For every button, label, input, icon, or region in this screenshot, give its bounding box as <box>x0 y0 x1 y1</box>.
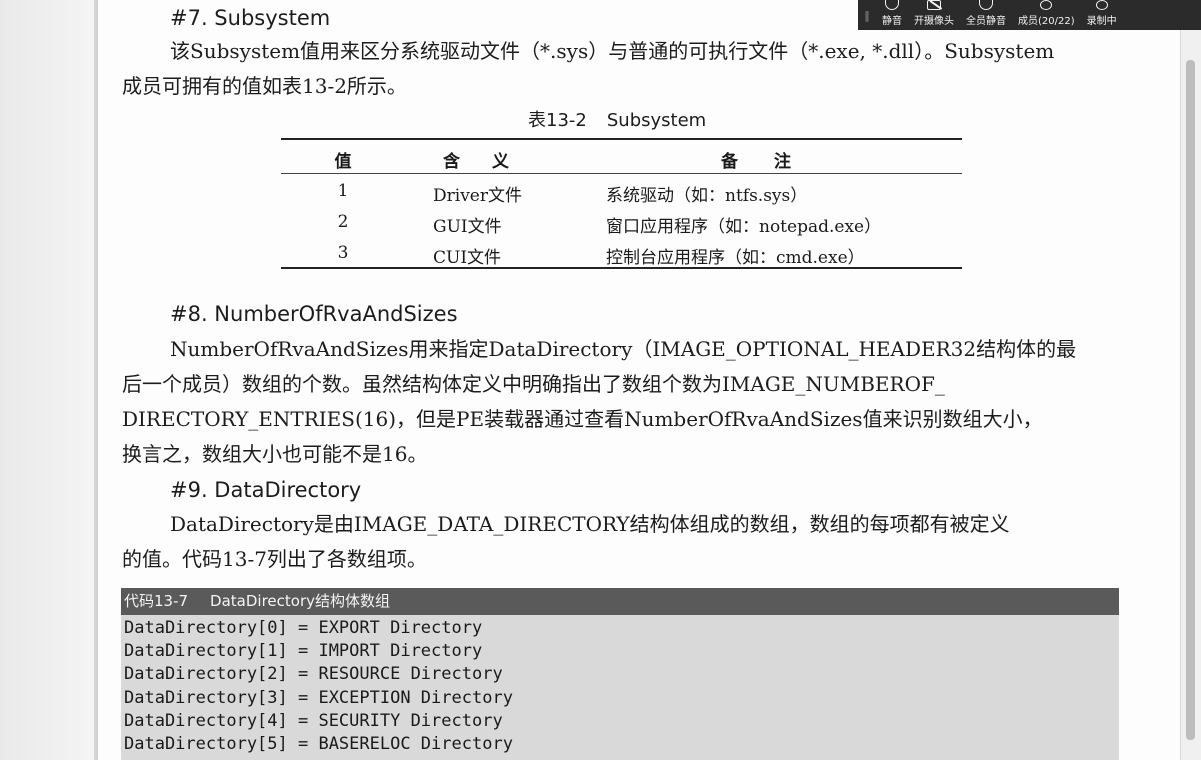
paragraph-line: DataDirectory是由IMAGE_DATA_DIRECTORY结构体组成… <box>170 512 1010 536</box>
mute-all-icon <box>979 0 993 10</box>
table-cell: 1 <box>337 181 349 201</box>
code-listing-title: 代码13-7 DataDirectory结构体数组 <box>121 588 1119 615</box>
mute-all-label: 全员静音 <box>966 16 1006 27</box>
table-cell: Driver文件 <box>433 186 522 206</box>
code-line: DataDirectory[0] = EXPORT Directory <box>124 618 483 638</box>
table-caption-text: Subsystem <box>606 110 707 131</box>
subsystem-table: 值 含义 备注 1 Driver文件 系统驱动（如：ntfs.sys） 2 GU… <box>281 138 962 269</box>
scrollbar-thumb[interactable] <box>1186 60 1195 740</box>
table-caption: 表13-2 Subsystem <box>528 106 706 132</box>
meeting-toolbar: ‖ 静音 开摄像头 全员静音 成员(20/22) 录制中 <box>858 0 1201 30</box>
paragraph-line: NumberOfRvaAndSizes用来指定DataDirectory（IMA… <box>170 337 1077 361</box>
code-line: DataDirectory[4] = SECURITY Directory <box>124 710 503 731</box>
paragraph-line: DIRECTORY_ENTRIES(16)，但是PE装载器通过查看NumberO… <box>122 407 1043 431</box>
microphone-icon <box>885 0 899 10</box>
mute-label: 静音 <box>882 16 902 27</box>
table-cell: CUI文件 <box>433 248 502 268</box>
code-body: DataDirectory[0] = EXPORT Directory Data… <box>121 615 1119 756</box>
drag-handle-icon[interactable]: ‖ <box>858 0 876 30</box>
code-title-number: 代码13-7 <box>124 592 189 610</box>
code-line: DataDirectory[3] = EXCEPTION Directory <box>124 687 513 708</box>
members-button[interactable]: 成员(20/22) <box>1012 0 1081 30</box>
table-cell: 3 <box>337 243 349 263</box>
table-row: 3 CUI文件 控制台应用程序（如：cmd.exe） <box>281 236 962 268</box>
members-label: 成员(20/22) <box>1018 16 1075 27</box>
code-listing: 代码13-7 DataDirectory结构体数组 DataDirectory[0… <box>121 588 1119 760</box>
table-cell: 控制台应用程序（如：cmd.exe） <box>606 248 865 268</box>
header-value: 值 <box>334 152 352 172</box>
code-line: DataDirectory[2] = RESOURCE Directory <box>124 664 503 685</box>
vertical-scrollbar[interactable] <box>1180 30 1201 760</box>
table-cell: 系统驱动（如：ntfs.sys） <box>606 186 808 206</box>
mute-all-button[interactable]: 全员静音 <box>960 0 1012 30</box>
table-row: 2 GUI文件 窗口应用程序（如：notepad.exe） <box>281 205 962 237</box>
section-9-heading: #9. DataDirectory <box>170 478 362 502</box>
paragraph-line: 后一个成员）数组的个数。虽然结构体定义中明确指出了数组个数为IMAGE_NUMB… <box>122 372 945 396</box>
section-7-heading: #7. Subsystem <box>170 6 331 30</box>
paragraph-line: 的值。代码13-7列出了各数组项。 <box>122 547 427 571</box>
header-notes: 备注 <box>721 152 827 172</box>
table-caption-number: 表13-2 <box>528 110 587 131</box>
members-icon <box>1040 0 1053 10</box>
paragraph-line: 换言之，数组大小也可能不是16。 <box>122 442 428 466</box>
mute-button[interactable]: 静音 <box>876 0 908 30</box>
table-cell: GUI文件 <box>433 217 502 237</box>
table-cell: 窗口应用程序（如：notepad.exe） <box>606 217 882 237</box>
recording-button[interactable]: 录制中 <box>1081 0 1123 30</box>
paragraph-line: 该Subsystem值用来区分系统驱动文件（*.sys）与普通的可执行文件（*.… <box>170 39 1055 63</box>
camera-off-icon <box>927 0 941 10</box>
camera-label: 开摄像头 <box>914 16 954 27</box>
recording-label: 录制中 <box>1086 16 1117 27</box>
section-8-paragraph: NumberOfRvaAndSizes用来指定DataDirectory（IMA… <box>122 332 1126 472</box>
code-line: DataDirectory[5] = BASERELOC Directory <box>124 734 513 755</box>
camera-button[interactable]: 开摄像头 <box>908 0 960 30</box>
section-7-paragraph: 该Subsystem值用来区分系统驱动文件（*.sys）与普通的可执行文件（*.… <box>122 34 1126 104</box>
table-cell: 2 <box>337 212 349 232</box>
table-row: 1 Driver文件 系统驱动（如：ntfs.sys） <box>281 174 962 206</box>
record-icon <box>1095 0 1108 10</box>
header-meaning: 含义 <box>443 152 541 172</box>
code-title-text: DataDirectory结构体数组 <box>210 592 390 610</box>
code-line: DataDirectory[1] = IMPORT Directory <box>124 641 483 662</box>
paragraph-line: 成员可拥有的值如表13-2所示。 <box>122 74 407 98</box>
section-8-heading: #8. NumberOfRvaAndSizes <box>170 302 458 326</box>
section-9-paragraph: DataDirectory是由IMAGE_DATA_DIRECTORY结构体组成… <box>122 507 1126 577</box>
table-header-row: 值 含义 备注 <box>281 140 962 174</box>
